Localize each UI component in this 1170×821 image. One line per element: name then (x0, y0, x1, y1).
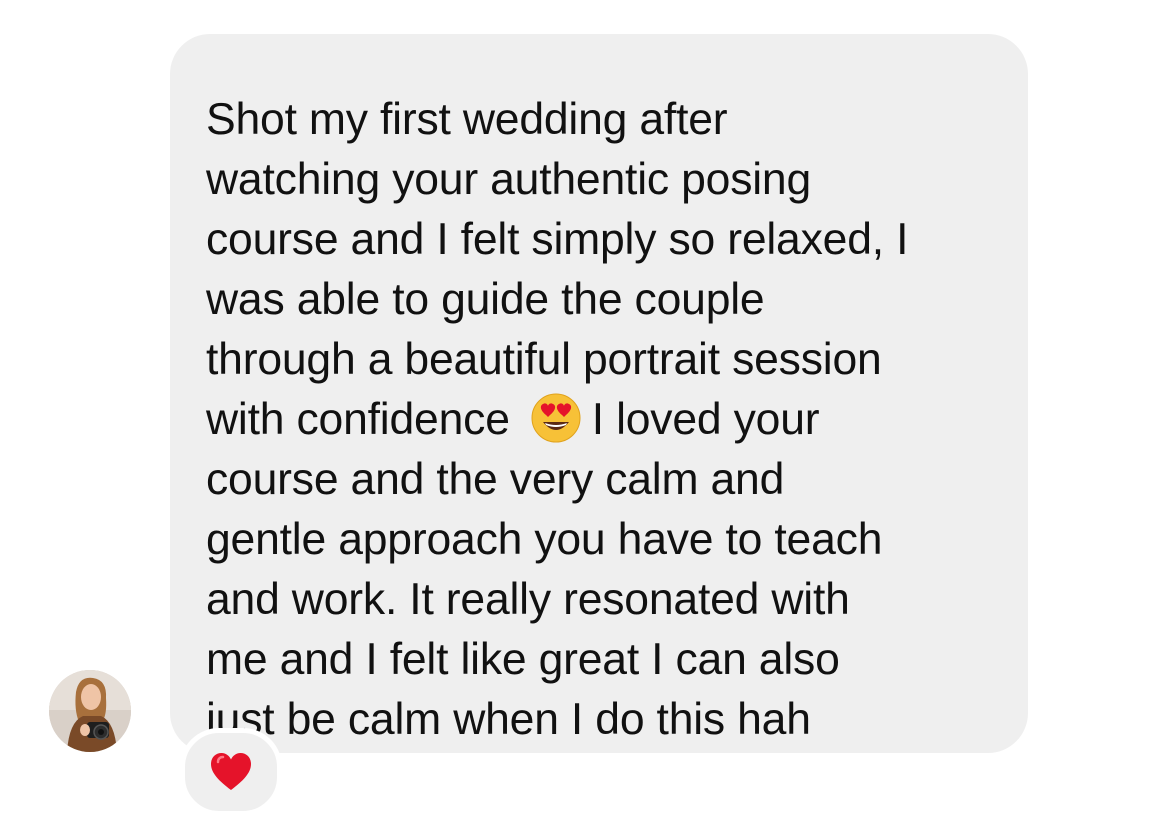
message-line: and work. It really resonated with (206, 575, 850, 624)
message-line: Shot my first wedding after (206, 95, 728, 144)
reaction-badge[interactable] (180, 728, 282, 816)
message-line: course and the very calm and (206, 455, 785, 504)
heart-eyes-emoji-icon (530, 392, 582, 444)
message-line: watching your authentic posing (206, 155, 812, 204)
red-heart-icon (211, 753, 251, 790)
message-line: just be calm when I do this hah (206, 695, 811, 744)
message-text-segment: I loved your (591, 395, 820, 444)
avatar[interactable] (49, 670, 131, 752)
message-line: course and I felt simply so relaxed, I (206, 215, 909, 264)
message-bubble[interactable]: Shot my first wedding after watching you… (170, 34, 1028, 753)
message-line: me and I felt like great I can also (206, 635, 840, 684)
message-line: gentle approach you have to teach (206, 515, 883, 564)
message-line: was able to guide the couple (206, 275, 765, 324)
message-line: through a beautiful portrait session (206, 335, 882, 384)
message-text-segment: with confidence (206, 395, 510, 444)
avatar-photo (49, 670, 131, 752)
message-line-with-emoji: with confidence I loved your (206, 390, 998, 450)
